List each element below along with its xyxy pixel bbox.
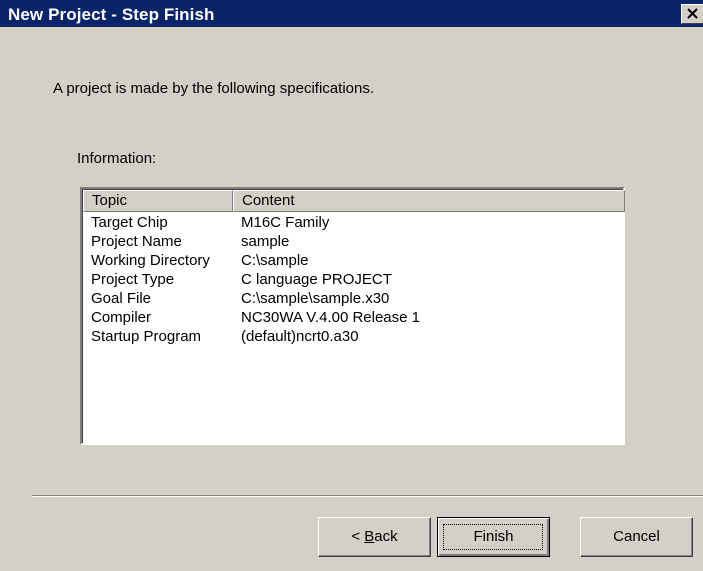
table-row[interactable]: Project Type C language PROJECT — [83, 271, 623, 290]
title-bar[interactable]: New Project - Step Finish — [0, 0, 703, 27]
information-label: Information: — [77, 150, 157, 167]
row-content: C language PROJECT — [241, 271, 392, 288]
back-prefix: < — [351, 528, 365, 545]
table-row[interactable]: Project Name sample — [83, 233, 623, 252]
finish-button[interactable]: Finish — [437, 517, 550, 557]
row-topic: Compiler — [91, 309, 152, 326]
cancel-button-label: Cancel — [613, 528, 660, 545]
listview-header: Topic Content — [83, 190, 625, 212]
new-project-dialog: New Project - Step Finish A project is m… — [0, 0, 703, 571]
row-topic: Working Directory — [91, 252, 210, 269]
table-row[interactable]: Goal File C:\sample\sample.x30 — [83, 290, 623, 309]
button-separator — [32, 495, 703, 497]
column-header-content[interactable]: Content — [233, 190, 625, 212]
back-rest: ack — [374, 528, 398, 545]
information-listview[interactable]: Topic Content Target Chip M16C Family Pr… — [80, 187, 625, 445]
table-row[interactable]: Startup Program (default)ncrt0.a30 — [83, 328, 623, 347]
row-topic: Project Type — [91, 271, 175, 288]
table-row[interactable]: Working Directory C:\sample — [83, 252, 623, 271]
row-content: sample — [241, 233, 290, 250]
table-row[interactable]: Compiler NC30WA V.4.00 Release 1 — [83, 309, 623, 328]
window-title: New Project - Step Finish — [8, 5, 215, 24]
listview-frame: Topic Content Target Chip M16C Family Pr… — [82, 189, 625, 443]
row-topic: Goal File — [91, 290, 152, 307]
listview-rows: Target Chip M16C Family Project Name sam… — [83, 214, 623, 347]
finish-button-label: Finish — [473, 528, 514, 545]
back-button-label: < Back — [351, 528, 397, 545]
back-accelerator: B — [364, 528, 375, 545]
row-topic: Project Name — [91, 233, 182, 250]
row-content: C:\sample\sample.x30 — [241, 290, 390, 307]
row-content: M16C Family — [241, 214, 330, 231]
close-icon — [687, 8, 698, 19]
intro-text: A project is made by the following speci… — [53, 80, 374, 97]
column-header-topic[interactable]: Topic — [83, 190, 233, 212]
row-content: (default)ncrt0.a30 — [241, 328, 359, 345]
row-content: C:\sample — [241, 252, 309, 269]
table-row[interactable]: Target Chip M16C Family — [83, 214, 623, 233]
row-topic: Startup Program — [91, 328, 202, 345]
cancel-button[interactable]: Cancel — [580, 517, 693, 557]
row-topic: Target Chip — [91, 214, 168, 231]
row-content: NC30WA V.4.00 Release 1 — [241, 309, 420, 326]
back-button[interactable]: < Back — [318, 517, 431, 557]
close-button[interactable] — [681, 4, 703, 24]
